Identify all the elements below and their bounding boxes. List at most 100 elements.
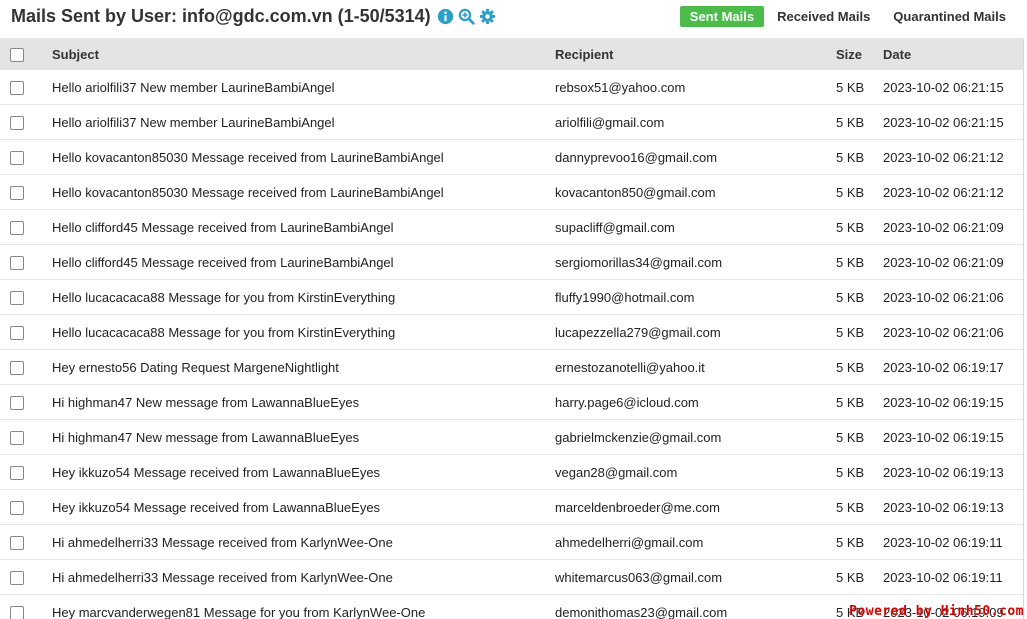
- recipient-cell: marceldenbroeder@me.com: [555, 489, 836, 525]
- recipient-cell: vegan28@gmail.com: [555, 454, 836, 490]
- row-checkbox[interactable]: [10, 115, 24, 130]
- mail-table-container: Subject Recipient Size Date Hello ariolf…: [0, 38, 1024, 619]
- row-checkbox[interactable]: [10, 395, 24, 410]
- table-row[interactable]: Hey ernesto56 Dating Request MargeneNigh…: [0, 349, 1023, 385]
- page-header: Mails Sent by User: info@gdc.com.vn (1-5…: [0, 0, 1027, 36]
- table-row[interactable]: Hello kovacanton85030 Message received f…: [0, 174, 1023, 210]
- page-title-text: Mails Sent by User: info@gdc.com.vn (1-5…: [11, 6, 431, 26]
- table-row[interactable]: Hello lucacacaca88 Message for you from …: [0, 279, 1023, 315]
- recipient-cell: kovacanton850@gmail.com: [555, 174, 836, 210]
- size-cell: 5 KB: [836, 279, 883, 315]
- recipient-cell: lucapezzella279@gmail.com: [555, 314, 836, 350]
- date-cell: 2023-10-02 06:19:15: [883, 419, 1023, 455]
- mail-type-tabs: Sent Mails Received Mails Quarantined Ma…: [677, 6, 1016, 27]
- table-row[interactable]: Hi ahmedelherri33 Message received from …: [0, 524, 1023, 560]
- tab-quarantined-mails[interactable]: Quarantined Mails: [883, 6, 1016, 27]
- size-cell: 5 KB: [836, 454, 883, 490]
- powered-by-watermark: Powered by Hinh50.com: [849, 604, 1024, 619]
- row-checkbox[interactable]: [10, 535, 24, 550]
- subject-cell: Hi highman47 New message from LawannaBlu…: [52, 419, 555, 455]
- table-row[interactable]: Hello ariolfili37 New member LaurineBamb…: [0, 104, 1023, 140]
- date-cell: 2023-10-02 06:21:09: [883, 244, 1023, 280]
- recipient-cell: whitemarcus063@gmail.com: [555, 559, 836, 595]
- subject-cell: Hello clifford45 Message received from L…: [52, 209, 555, 245]
- subject-cell: Hello ariolfili37 New member LaurineBamb…: [52, 70, 555, 105]
- table-row[interactable]: Hello lucacacaca88 Message for you from …: [0, 314, 1023, 350]
- row-select-cell: [0, 349, 52, 385]
- date-cell: 2023-10-02 06:19:11: [883, 559, 1023, 595]
- recipient-cell: gabrielmckenzie@gmail.com: [555, 419, 836, 455]
- column-header-date[interactable]: Date: [883, 38, 1023, 70]
- row-checkbox[interactable]: [10, 185, 24, 200]
- recipient-cell: ariolfili@gmail.com: [555, 104, 836, 140]
- row-select-cell: [0, 209, 52, 245]
- row-checkbox[interactable]: [10, 255, 24, 270]
- size-cell: 5 KB: [836, 489, 883, 525]
- subject-cell: Hello kovacanton85030 Message received f…: [52, 174, 555, 210]
- row-checkbox[interactable]: [10, 570, 24, 585]
- column-header-recipient[interactable]: Recipient: [555, 38, 836, 70]
- date-cell: 2023-10-02 06:19:17: [883, 349, 1023, 385]
- row-select-cell: [0, 279, 52, 315]
- size-cell: 5 KB: [836, 209, 883, 245]
- row-select-cell: [0, 174, 52, 210]
- size-cell: 5 KB: [836, 70, 883, 105]
- column-header-size[interactable]: Size: [836, 38, 883, 70]
- recipient-cell: harry.page6@icloud.com: [555, 384, 836, 420]
- row-checkbox[interactable]: [10, 325, 24, 340]
- mail-log-window: Mails Sent by User: info@gdc.com.vn (1-5…: [0, 0, 1027, 619]
- subject-cell: Hey marcvanderwegen81 Message for you fr…: [52, 594, 555, 619]
- date-cell: 2023-10-02 06:21:09: [883, 209, 1023, 245]
- table-row[interactable]: Hi ahmedelherri33 Message received from …: [0, 559, 1023, 595]
- recipient-cell: demonithomas23@gmail.com: [555, 594, 836, 619]
- row-checkbox[interactable]: [10, 605, 24, 619]
- row-checkbox[interactable]: [10, 150, 24, 165]
- size-cell: 5 KB: [836, 244, 883, 280]
- subject-cell: Hi ahmedelherri33 Message received from …: [52, 524, 555, 560]
- gear-icon[interactable]: [479, 8, 496, 25]
- date-cell: 2023-10-02 06:21:12: [883, 174, 1023, 210]
- date-cell: 2023-10-02 06:19:13: [883, 489, 1023, 525]
- date-cell: 2023-10-02 06:21:15: [883, 70, 1023, 105]
- table-row[interactable]: Hi highman47 New message from LawannaBlu…: [0, 384, 1023, 420]
- recipient-cell: rebsox51@yahoo.com: [555, 70, 836, 105]
- size-cell: 5 KB: [836, 139, 883, 175]
- subject-cell: Hello lucacacaca88 Message for you from …: [52, 314, 555, 350]
- table-row[interactable]: Hello ariolfili37 New member LaurineBamb…: [0, 70, 1023, 105]
- row-checkbox[interactable]: [10, 500, 24, 515]
- table-row[interactable]: Hi highman47 New message from LawannaBlu…: [0, 419, 1023, 455]
- size-cell: 5 KB: [836, 174, 883, 210]
- size-cell: 5 KB: [836, 349, 883, 385]
- row-checkbox[interactable]: [10, 465, 24, 480]
- row-select-cell: [0, 454, 52, 490]
- table-row[interactable]: Hello kovacanton85030 Message received f…: [0, 139, 1023, 175]
- row-checkbox[interactable]: [10, 80, 24, 95]
- table-row[interactable]: Hello clifford45 Message received from L…: [0, 209, 1023, 245]
- row-select-cell: [0, 244, 52, 280]
- info-icon[interactable]: [437, 8, 454, 25]
- row-checkbox[interactable]: [10, 290, 24, 305]
- subject-cell: Hi ahmedelherri33 Message received from …: [52, 559, 555, 595]
- row-checkbox[interactable]: [10, 360, 24, 375]
- tab-received-mails[interactable]: Received Mails: [767, 6, 880, 27]
- title-icons: [437, 8, 496, 25]
- select-all-checkbox[interactable]: [10, 47, 24, 62]
- subject-cell: Hello ariolfili37 New member LaurineBamb…: [52, 104, 555, 140]
- tab-sent-mails[interactable]: Sent Mails: [679, 6, 765, 27]
- size-cell: 5 KB: [836, 524, 883, 560]
- row-select-cell: [0, 594, 52, 619]
- size-cell: 5 KB: [836, 419, 883, 455]
- table-row[interactable]: Hey ikkuzo54 Message received from Lawan…: [0, 454, 1023, 490]
- date-cell: 2023-10-02 06:21:06: [883, 314, 1023, 350]
- zoom-in-icon[interactable]: [458, 8, 475, 25]
- row-checkbox[interactable]: [10, 220, 24, 235]
- table-row[interactable]: Hey ikkuzo54 Message received from Lawan…: [0, 489, 1023, 525]
- column-header-subject[interactable]: Subject: [52, 38, 555, 70]
- row-select-cell: [0, 384, 52, 420]
- select-all-cell: [0, 38, 52, 70]
- row-select-cell: [0, 139, 52, 175]
- table-row[interactable]: Hello clifford45 Message received from L…: [0, 244, 1023, 280]
- date-cell: 2023-10-02 06:21:06: [883, 279, 1023, 315]
- row-checkbox[interactable]: [10, 430, 24, 445]
- size-cell: 5 KB: [836, 314, 883, 350]
